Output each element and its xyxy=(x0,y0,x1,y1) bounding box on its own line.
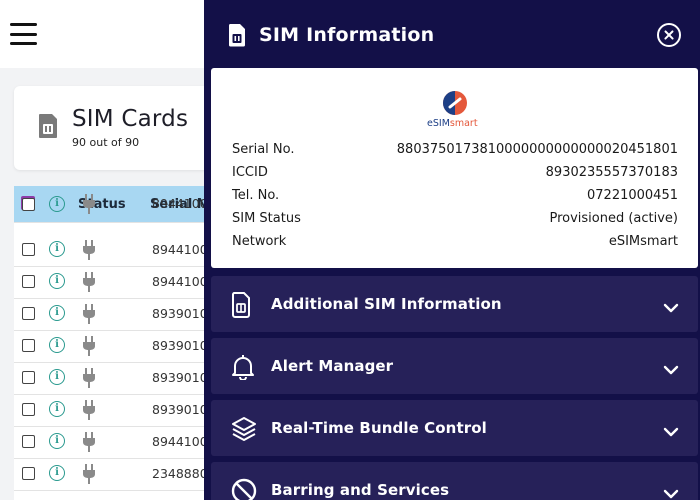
page-title: SIM Cards xyxy=(72,106,189,132)
bell-icon xyxy=(231,354,257,381)
info-label: Tel. No. xyxy=(232,188,280,203)
sim-cards-summary: SIM Cards 90 out of 90 xyxy=(14,86,214,170)
plug-status-icon xyxy=(82,240,96,264)
info-row: Tel. No. 07221000451 xyxy=(232,188,678,208)
row-checkbox[interactable] xyxy=(22,307,35,320)
row-checkbox[interactable] xyxy=(22,435,35,448)
info-icon[interactable]: i xyxy=(49,305,65,321)
sim-info-card: eSIMsmart Serial No. 88037501738100000000… xyxy=(211,68,698,268)
info-row: SIM Status Provisioned (active) xyxy=(232,211,678,231)
info-label: SIM Status xyxy=(232,211,301,226)
info-icon[interactable]: i xyxy=(49,241,65,257)
sim-card-icon xyxy=(39,114,57,138)
info-value: eSIMsmart xyxy=(608,234,678,249)
info-label: Network xyxy=(232,234,287,249)
logo-wordmark: eSIMsmart xyxy=(427,118,478,129)
top-bar xyxy=(0,0,204,68)
plug-status-icon xyxy=(82,368,96,392)
table-row[interactable]: i 89441000 xyxy=(14,426,214,459)
sim-count: 90 out of 90 xyxy=(72,136,140,149)
info-label: ICCID xyxy=(232,165,268,180)
info-row: Network eSIMsmart xyxy=(232,234,678,254)
plug-status-icon xyxy=(82,304,96,328)
section-label: Additional SIM Information xyxy=(271,295,502,313)
hamburger-menu-icon[interactable] xyxy=(10,23,37,45)
info-value: 8803750173810000000000000020451801 xyxy=(396,142,678,157)
section-real-time-bundle-control[interactable]: Real-Time Bundle Control xyxy=(211,400,698,456)
info-icon[interactable]: i xyxy=(49,401,65,417)
close-icon[interactable] xyxy=(657,23,681,47)
sim-card-icon xyxy=(228,24,245,47)
drawer-title: SIM Information xyxy=(259,24,435,46)
plug-status-icon xyxy=(82,400,96,424)
table-row[interactable]: i 89390100 xyxy=(14,394,214,427)
plug-status-icon xyxy=(82,272,96,296)
chevron-down-icon[interactable] xyxy=(663,484,679,500)
row-checkbox[interactable] xyxy=(22,275,35,288)
info-label: Serial No. xyxy=(232,142,295,157)
drawer-header: SIM Information xyxy=(204,0,700,68)
sim-card-icon xyxy=(231,292,257,318)
chevron-down-icon[interactable] xyxy=(663,422,679,441)
info-row: ICCID 8930235557370183 xyxy=(232,165,678,185)
row-checkbox[interactable] xyxy=(22,371,35,384)
sim-information-drawer: SIM Information eSIMsmart Serial No. 8803… xyxy=(204,0,700,500)
layers-icon xyxy=(231,416,257,442)
info-icon[interactable]: i xyxy=(49,196,65,212)
table-row[interactable]: i 89441000 xyxy=(14,266,214,299)
table-row[interactable]: i 89441000 xyxy=(14,194,214,223)
table-row[interactable]: i 89441000 xyxy=(14,234,214,267)
section-barring-and-services[interactable]: Barring and Services xyxy=(211,462,698,500)
table-row[interactable]: i 89390100 xyxy=(14,330,214,363)
plug-status-icon xyxy=(82,336,96,360)
section-label: Real-Time Bundle Control xyxy=(271,419,487,437)
esimsmart-logo-mark xyxy=(443,91,467,115)
table-row[interactable]: i 89390100 xyxy=(14,362,214,395)
row-checkbox[interactable] xyxy=(22,339,35,352)
section-label: Barring and Services xyxy=(271,481,450,499)
info-icon[interactable]: i xyxy=(49,273,65,289)
block-icon xyxy=(231,478,257,500)
row-checkbox[interactable] xyxy=(22,403,35,416)
section-alert-manager[interactable]: Alert Manager xyxy=(211,338,698,394)
row-checkbox[interactable] xyxy=(22,198,35,211)
plug-status-icon xyxy=(82,464,96,488)
row-checkbox[interactable] xyxy=(22,467,35,480)
chevron-down-icon[interactable] xyxy=(663,360,679,379)
table-row[interactable]: i 89390100 xyxy=(14,298,214,331)
section-label: Alert Manager xyxy=(271,357,394,375)
row-checkbox[interactable] xyxy=(22,243,35,256)
plug-status-icon xyxy=(82,194,96,218)
info-icon[interactable]: i xyxy=(49,369,65,385)
table-row[interactable]: i 23488800 xyxy=(14,458,214,491)
sim-table: Status Serial No. i89441000i89441000i894… xyxy=(14,186,214,500)
info-value: Provisioned (active) xyxy=(549,211,678,226)
info-icon[interactable]: i xyxy=(49,465,65,481)
info-value: 07221000451 xyxy=(587,188,678,203)
chevron-down-icon[interactable] xyxy=(663,298,679,317)
info-row: Serial No. 880375017381000000000000002045… xyxy=(232,142,678,162)
info-value: 8930235557370183 xyxy=(545,165,678,180)
info-icon[interactable]: i xyxy=(49,337,65,353)
info-icon[interactable]: i xyxy=(49,433,65,449)
plug-status-icon xyxy=(82,432,96,456)
section-additional-sim-information[interactable]: Additional SIM Information xyxy=(211,276,698,332)
